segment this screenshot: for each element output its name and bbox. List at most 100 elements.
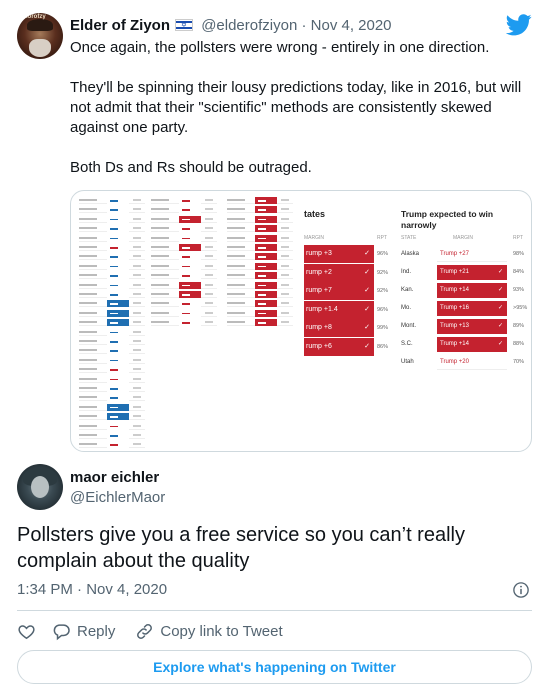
reply-timestamp[interactable]: 1:34 PM · Nov 4, 2020 <box>17 580 167 600</box>
margin-bar: rump +2 <box>304 263 374 282</box>
link-icon <box>137 623 153 639</box>
explore-twitter-button[interactable]: Explore what's happening on Twitter <box>17 650 532 684</box>
mini-table-row <box>151 309 217 317</box>
mini-table-row <box>79 328 145 336</box>
tweet-media-image[interactable]: tates MARGIN RPT rump +396%rump +292%rum… <box>70 190 532 452</box>
mini-table-row <box>151 206 217 214</box>
mini-table-row <box>151 272 217 280</box>
reply-avatar[interactable] <box>17 464 63 510</box>
column-header: RPT <box>513 235 523 241</box>
mini-table-row <box>79 347 145 355</box>
mini-table-row <box>79 253 145 261</box>
mini-table-row <box>227 197 293 204</box>
mini-table-row <box>79 281 145 289</box>
mini-table-row <box>227 309 293 317</box>
state-label: Mont. <box>401 323 417 329</box>
quoted-paragraph: They'll be spinning their lousy predicti… <box>70 79 522 136</box>
reply-author-name[interactable]: maor eichler <box>70 468 159 488</box>
mini-table-row <box>79 197 145 204</box>
margin-bar: Trump +14 <box>437 337 507 352</box>
rpt-value: 96% <box>377 306 389 313</box>
mini-table-row <box>151 234 217 242</box>
quoted-author-handle[interactable]: @elderofziyon <box>201 17 297 34</box>
quoted-date[interactable]: Nov 4, 2020 <box>311 17 392 34</box>
mini-table-row <box>79 244 145 251</box>
tweet-embed-card: eldorofzy Elder of Ziyon ✡ @elderofziyon … <box>0 0 550 700</box>
quoted-tweet-text: Once again, the pollsters were wrong - e… <box>70 38 532 198</box>
rpt-value: 93% <box>513 287 525 293</box>
margin-bar: Trump +14 <box>437 283 507 298</box>
mini-table-row <box>227 234 293 242</box>
rpt-value: 99% <box>377 325 389 331</box>
margin-bar: Trump +13 <box>437 319 507 334</box>
copy-link-button[interactable]: Copy link to Tweet <box>135 622 283 641</box>
mini-table-row <box>151 253 217 261</box>
mini-table-row <box>227 206 293 214</box>
mini-table-row <box>79 319 145 327</box>
rpt-value: 96% <box>377 251 389 257</box>
margin-bar: rump +6 <box>304 337 374 356</box>
rpt-value: 92% <box>377 269 389 276</box>
heart-icon <box>18 624 35 639</box>
margin-bar: Trump +20 <box>437 355 507 370</box>
rpt-value: 89% <box>513 323 525 329</box>
quoted-header: Elder of Ziyon ✡ @elderofziyon · Nov 4, 2… <box>70 16 392 36</box>
mini-table-row <box>227 272 293 280</box>
mini-table-row <box>227 262 293 270</box>
twitter-bird-icon[interactable] <box>506 14 532 36</box>
action-bar: Reply Copy link to Tweet <box>17 620 283 642</box>
quoted-author-name[interactable]: Elder of Ziyon <box>70 17 170 34</box>
mini-table-row <box>227 244 293 251</box>
rpt-value: 98% <box>513 251 525 257</box>
state-label: Alaska <box>401 251 420 257</box>
mini-table-row <box>227 215 293 223</box>
copy-link-label: Copy link to Tweet <box>160 622 283 640</box>
quoted-avatar[interactable]: eldorofzy <box>17 13 63 59</box>
info-icon[interactable] <box>512 581 530 599</box>
mini-table-row <box>79 234 145 242</box>
margin-bar: rump +1.4 <box>304 300 374 319</box>
mini-table-row <box>79 394 145 402</box>
mini-table-row <box>79 441 145 449</box>
mini-table-row <box>79 272 145 280</box>
mini-table-row <box>79 291 145 298</box>
column-header: MARGIN <box>453 235 473 241</box>
mini-table-row <box>79 432 145 439</box>
reply-author-handle[interactable]: @EichlerMaor <box>70 488 165 508</box>
mini-table-row <box>151 197 217 204</box>
mini-table-row <box>79 356 145 364</box>
rpt-value: 86% <box>377 343 389 350</box>
reply-tweet-text: Pollsters give you a free service so you… <box>17 524 465 572</box>
israel-flag-icon: ✡ <box>175 19 194 31</box>
states-table-crop: tates MARGIN RPT rump +396%rump +292%rum… <box>304 191 394 451</box>
mini-table-row <box>227 225 293 233</box>
margin-bar: Trump +16 <box>437 301 507 316</box>
mini-table-row <box>79 206 145 214</box>
mini-table-row <box>79 403 145 411</box>
state-label: S.C. <box>401 341 413 347</box>
reply-bubble-icon <box>53 623 70 640</box>
margin-bar: Trump +27 <box>437 247 507 262</box>
mini-table-row <box>79 366 145 374</box>
margin-bar: rump +8 <box>304 319 374 337</box>
mini-table-row <box>151 319 217 327</box>
column-header: MARGIN <box>304 235 324 241</box>
state-label: Utah <box>401 359 414 365</box>
table-title: Trump expected to win narrowly <box>401 209 494 230</box>
quoted-paragraph: Both Ds and Rs should be outraged. <box>70 159 312 176</box>
mini-table-row <box>227 253 293 261</box>
reply-label: Reply <box>77 622 116 640</box>
mini-table-row <box>151 215 217 223</box>
mini-table-row <box>79 385 145 392</box>
mini-table-row <box>227 281 293 289</box>
mini-table-row <box>227 291 293 298</box>
mini-table-row <box>227 319 293 327</box>
margin-bar: rump +7 <box>304 282 374 300</box>
state-label: Kan. <box>401 287 414 293</box>
mini-table-row <box>227 300 293 308</box>
mini-table-row <box>151 225 217 233</box>
mini-table-row <box>79 309 145 317</box>
reply-button[interactable]: Reply <box>52 622 115 641</box>
mini-table-row <box>151 281 217 289</box>
like-button[interactable] <box>17 622 36 641</box>
